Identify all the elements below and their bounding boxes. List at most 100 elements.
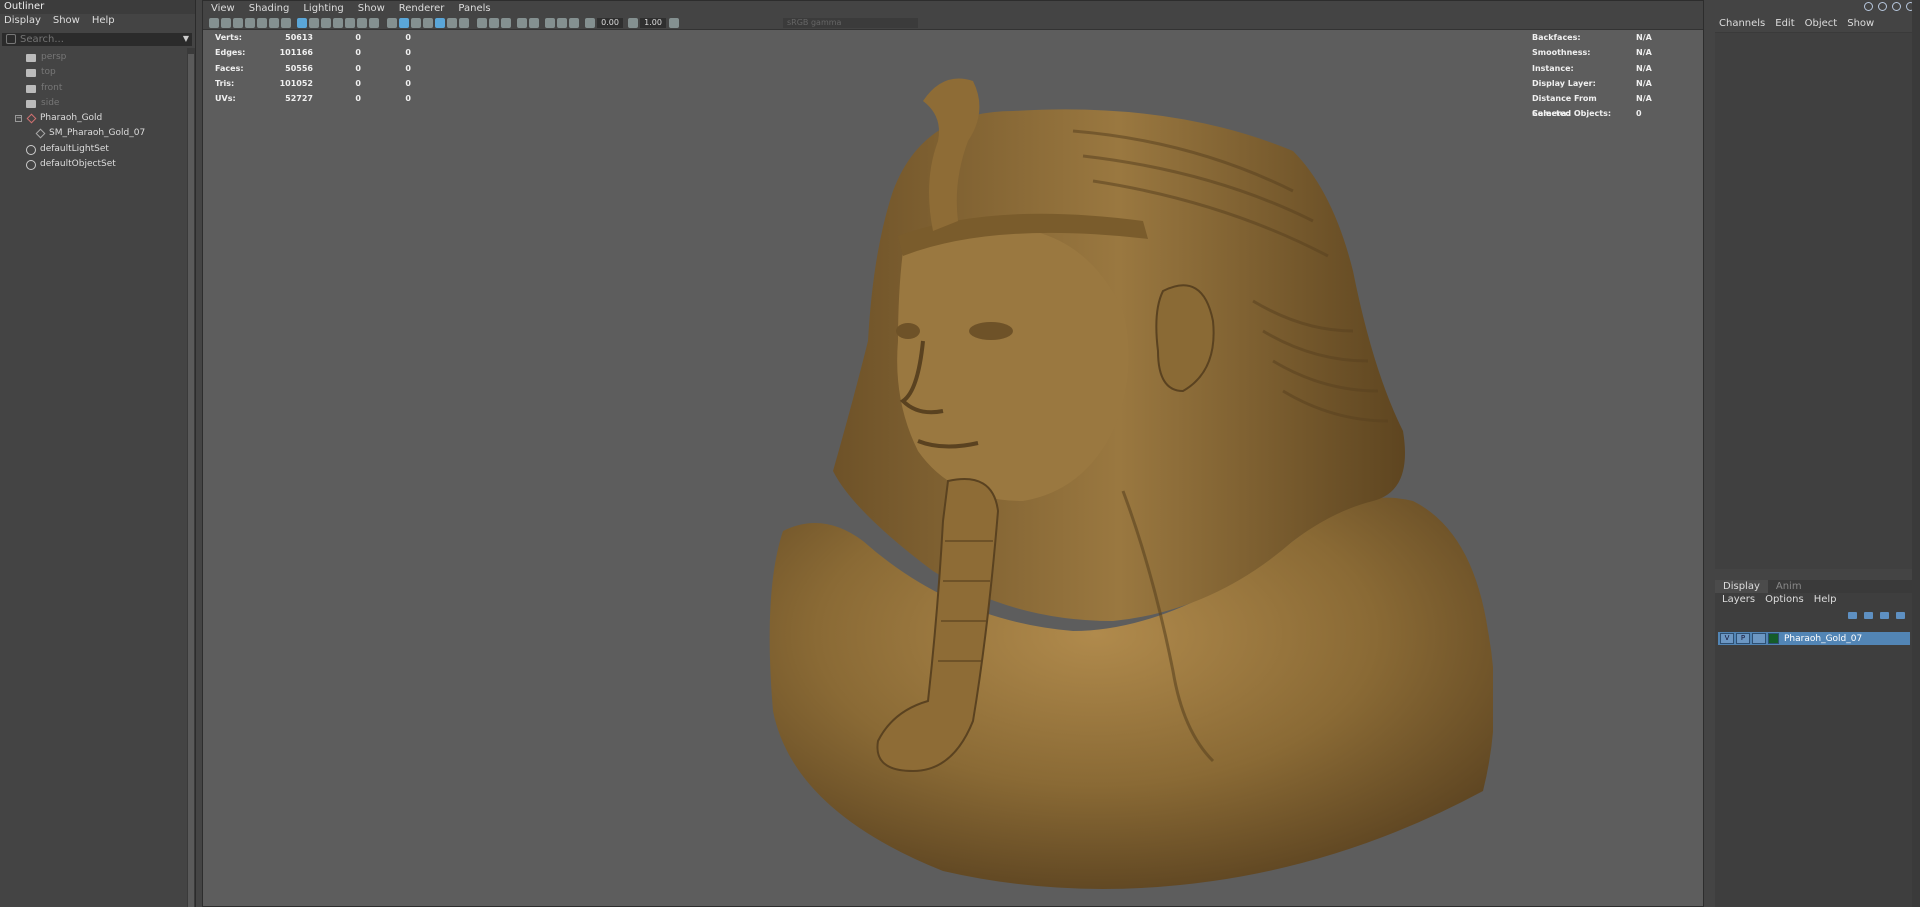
exposure-field[interactable]: 0.00 [597,18,623,28]
viewport-menu-show[interactable]: Show [358,1,385,16]
use-all-lights-icon[interactable] [435,18,445,28]
outliner-item-pharaoh-gold[interactable]: − Pharaoh_Gold [0,111,186,126]
resolution-gate-icon[interactable] [321,18,331,28]
outliner-item-label: side [41,97,60,108]
layer-playback-toggle[interactable]: P [1736,633,1750,644]
motion-blur-icon[interactable] [477,18,487,28]
wireframe-on-shaded-icon[interactable] [411,18,421,28]
viewport-menu-lighting[interactable]: Lighting [303,1,343,16]
layer-row[interactable]: V P Pharaoh_Gold_07 [1718,632,1910,645]
2d-pan-zoom-icon[interactable] [269,18,279,28]
wireframe-icon[interactable] [387,18,397,28]
outliner-search-input[interactable] [2,34,162,45]
gate-mask-icon[interactable] [333,18,343,28]
grease-pencil-icon[interactable] [281,18,291,28]
camera-select-icon[interactable] [209,18,219,28]
color-management-icon[interactable] [669,18,679,28]
pharaoh-bust-model[interactable] [653,71,1493,901]
xray-components-icon[interactable] [557,18,567,28]
safe-title-icon[interactable] [369,18,379,28]
hud-label: UVs: [215,94,236,104]
collapse-icon[interactable]: − [15,115,22,123]
hud-value: N/A [1636,33,1652,42]
mesh-icon [35,129,46,139]
exposure-icon[interactable] [585,18,595,28]
chevron-down-icon[interactable]: ▼ [183,34,189,43]
viewport-panel[interactable]: View Shading Lighting Show Renderer Pane… [202,0,1704,907]
tool-settings-icon[interactable] [1892,2,1901,11]
hud-component: 0 [405,33,411,42]
face [897,228,1129,501]
screen-space-ao-icon[interactable] [459,18,469,28]
safe-action-icon[interactable] [357,18,367,28]
viewport-menu-panels[interactable]: Panels [458,1,490,16]
move-layer-down-icon[interactable] [1864,612,1873,619]
outliner-item-label: top [41,67,56,78]
channel-box-menu-object[interactable]: Object [1805,18,1838,30]
viewport-menu-shading[interactable]: Shading [249,1,290,16]
hud-row-faces: Faces: 50556 0 0 [215,61,411,76]
outliner-scrollbar[interactable] [187,48,195,907]
field-chart-icon[interactable] [345,18,355,28]
anti-aliasing-icon[interactable] [489,18,499,28]
depth-of-field-icon[interactable] [501,18,511,28]
tab-anim[interactable]: Anim [1768,580,1810,593]
layer-display-type-toggle[interactable] [1752,633,1766,644]
outliner-menu-display[interactable]: Display [4,14,41,28]
layer-color-swatch[interactable] [1768,633,1779,644]
channel-box-menu-bar: Channels Edit Object Show [1719,18,1874,30]
hud-row-display-layer: Display Layer: N/A [1532,76,1666,91]
outliner-title: Outliner [0,0,195,14]
backface-culling-icon[interactable] [569,18,579,28]
view-transform-dropdown[interactable]: sRGB gamma [783,18,918,28]
hud-label: Instance: [1532,63,1574,73]
xray-joints-icon[interactable] [545,18,555,28]
hud-selected: 0 [355,63,361,73]
layer-menu-options[interactable]: Options [1765,593,1804,607]
channel-box-body [1715,32,1913,569]
hud-label: Display Layer: [1532,78,1596,88]
maya-window: Outliner Display Show Help ▼ persp top f… [0,0,1920,907]
scrollbar-thumb[interactable] [188,54,194,907]
isolate-select-icon[interactable] [517,18,527,28]
gamma-icon[interactable] [628,18,638,28]
image-plane-icon[interactable] [257,18,267,28]
camera-lock-icon[interactable] [221,18,231,28]
shadows-icon[interactable] [447,18,457,28]
hud-value: 101166 [279,48,313,58]
modeling-toolkit-icon[interactable] [1864,2,1873,11]
camera-attributes-icon[interactable] [233,18,243,28]
new-empty-layer-icon[interactable] [1880,612,1889,619]
hud-selected: 0 [355,94,361,104]
outliner-item-front[interactable]: front [0,81,186,96]
textured-icon[interactable] [423,18,433,28]
outliner-item-default-object-set[interactable]: defaultObjectSet [0,157,186,172]
side-tabs-strip[interactable] [1912,0,1920,907]
outliner-item-side[interactable]: side [0,96,186,111]
layer-menu-layers[interactable]: Layers [1722,593,1755,607]
smooth-shade-icon[interactable] [399,18,409,28]
new-layer-from-selection-icon[interactable] [1896,612,1905,619]
grid-icon[interactable] [297,18,307,28]
gamma-field[interactable]: 1.00 [640,18,666,28]
channel-box-menu-channels[interactable]: Channels [1719,18,1765,30]
film-gate-icon[interactable] [309,18,319,28]
layer-visibility-toggle[interactable]: V [1720,633,1734,644]
outliner-menu-help[interactable]: Help [92,14,115,28]
move-layer-up-icon[interactable] [1848,612,1857,619]
outliner-item-top[interactable]: top [0,65,186,80]
outliner-menu-show[interactable]: Show [53,14,80,28]
bookmark-icon[interactable] [245,18,255,28]
layer-menu-help[interactable]: Help [1814,593,1837,607]
xray-icon[interactable] [529,18,539,28]
channel-box-menu-edit[interactable]: Edit [1775,18,1794,30]
channel-box-menu-show[interactable]: Show [1847,18,1874,30]
outliner-item-sm-pharaoh-gold-07[interactable]: SM_Pharaoh_Gold_07 [0,126,186,141]
attribute-editor-icon[interactable] [1878,2,1887,11]
viewport-menu-view[interactable]: View [211,1,235,16]
hud-value: 52727 [285,94,313,104]
tab-display[interactable]: Display [1715,580,1768,593]
viewport-menu-renderer[interactable]: Renderer [399,1,445,16]
outliner-item-default-light-set[interactable]: defaultLightSet [0,142,186,157]
outliner-item-persp[interactable]: persp [0,50,186,65]
